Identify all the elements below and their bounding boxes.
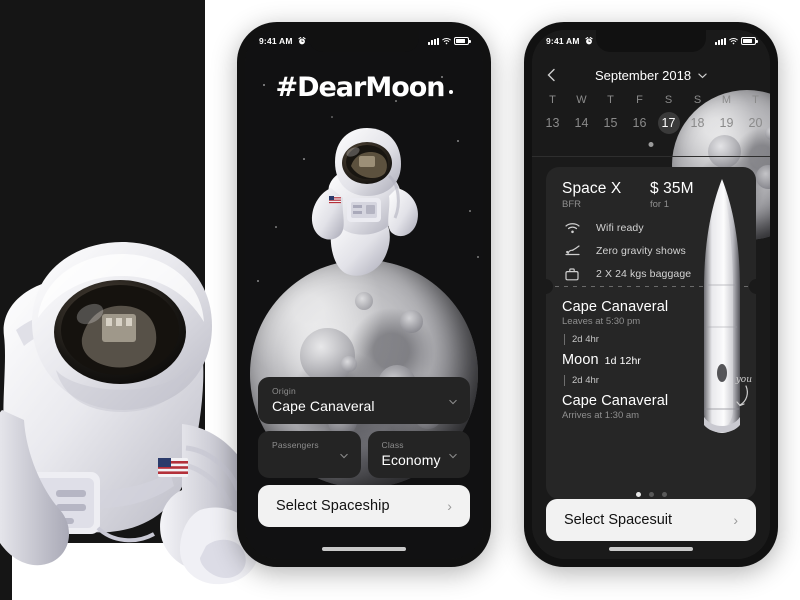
calendar-month-label: September 2018: [594, 67, 692, 83]
page-dot[interactable]: [648, 492, 654, 497]
calendar-day-label: F: [636, 94, 643, 106]
calendar-day-label: M: [721, 94, 732, 106]
calendar-selected-dot: [648, 142, 654, 147]
wifi-icon: [729, 37, 738, 45]
calendar-day-label: S: [693, 94, 702, 106]
calendar-date[interactable]: 16: [625, 116, 654, 130]
select-spaceship-button[interactable]: Select Spaceship ›: [258, 485, 470, 527]
chevron-down-icon[interactable]: [698, 71, 707, 80]
home-indicator: [322, 547, 406, 551]
field-origin-label: Origin: [272, 386, 296, 396]
ticket-price-sub: for 1: [650, 199, 670, 210]
field-class-value: Economy: [381, 452, 441, 468]
itinerary-stay-duration: 1d 12hr: [604, 355, 641, 367]
field-class[interactable]: Class Economy: [367, 431, 470, 478]
field-passengers-label: Passengers: [272, 440, 319, 450]
calendar-dates: 13 14 15 16 17 18 19 20: [538, 116, 770, 130]
cellular-signal-icon: [715, 37, 726, 45]
amenity-label: 2 X 24 kgs baggage: [596, 268, 692, 280]
calendar-divider: [532, 156, 770, 157]
title-dot: [448, 90, 453, 94]
astronaut-illustration: [311, 128, 419, 276]
calendar-date[interactable]: 13: [538, 116, 567, 130]
select-spaceship-label: Select Spaceship: [276, 498, 390, 514]
ticket-notch-right: [749, 279, 756, 294]
calendar-day-label: W: [576, 94, 587, 106]
left-black-strip: [0, 543, 12, 600]
status-time: 9:41 AM: [546, 36, 580, 46]
field-row: Passengers Class Economy: [258, 431, 470, 478]
phone-right: 9:41 AM September 2018 T W T F S S M T 1…: [524, 22, 778, 567]
chevron-left-icon[interactable]: [546, 68, 557, 82]
screen-right: 9:41 AM September 2018 T W T F S S M T 1…: [532, 30, 770, 559]
status-time: 9:41 AM: [259, 36, 293, 46]
amenity-label: Wifi ready: [596, 222, 644, 234]
wifi-icon: [442, 37, 451, 45]
home-indicator: [609, 547, 693, 551]
select-spacesuit-label: Select Spacesuit: [564, 512, 673, 528]
alarm-clock-icon: [585, 37, 593, 45]
screen-middle: 9:41 AM #DearMoon Origin Cape Canaveral …: [245, 30, 483, 559]
cellular-signal-icon: [428, 37, 439, 45]
calendar-date[interactable]: 15: [596, 116, 625, 130]
booking-form: Origin Cape Canaveral Passengers Class E…: [258, 377, 470, 545]
reclining-seat-icon: [562, 244, 582, 258]
alarm-clock-icon: [298, 37, 306, 45]
calendar-day-label: T: [549, 94, 556, 106]
calendar-date-selected[interactable]: 17: [654, 116, 683, 130]
phone-middle: 9:41 AM #DearMoon Origin Cape Canaveral …: [237, 22, 491, 567]
page-indicator-dots: [532, 492, 770, 497]
select-spacesuit-button[interactable]: Select Spacesuit ›: [546, 499, 756, 541]
briefcase-icon: [562, 267, 582, 281]
calendar-date[interactable]: 20: [741, 116, 770, 130]
calendar-date[interactable]: 14: [567, 116, 596, 130]
calendar-day-labels: T W T F S S M T: [538, 94, 770, 106]
status-bar: 9:41 AM: [245, 30, 483, 52]
amenity-label: Zero gravity shows: [596, 245, 686, 257]
flight-ticket-card[interactable]: you Space X $ 35M BFR for 1 Wifi ready Z…: [546, 167, 756, 499]
calendar-day-label: S: [664, 94, 673, 106]
left-black-panel: [0, 0, 205, 543]
chevron-right-icon: ›: [447, 498, 452, 514]
calendar-header: September 2018: [532, 62, 770, 88]
chevron-down-icon[interactable]: [449, 398, 457, 406]
page-dot-active[interactable]: [635, 492, 641, 497]
ticket-price: $ 35M: [650, 180, 694, 197]
battery-icon: [454, 37, 471, 45]
calendar-day-label: T: [607, 94, 614, 106]
field-origin[interactable]: Origin Cape Canaveral: [258, 377, 470, 424]
page-title: #DearMoon: [245, 72, 483, 103]
you-annotation: you: [736, 375, 752, 407]
chevron-down-icon[interactable]: [339, 452, 348, 460]
wifi-icon: [562, 221, 582, 235]
field-class-label: Class: [381, 440, 404, 450]
calendar-day-label: T: [752, 94, 759, 106]
status-bar: 9:41 AM: [532, 30, 770, 52]
calendar-date[interactable]: 18: [683, 116, 712, 130]
field-passengers[interactable]: Passengers: [258, 431, 361, 478]
calendar-date[interactable]: 19: [712, 116, 741, 130]
ticket-notch-left: [546, 279, 553, 294]
page-dot[interactable]: [661, 492, 667, 497]
ticket-brand-sub: BFR: [562, 199, 581, 210]
chevron-right-icon: ›: [733, 512, 738, 528]
field-origin-value: Cape Canaveral: [272, 398, 375, 414]
ticket-brand: Space X: [562, 180, 622, 197]
chevron-down-icon[interactable]: [449, 452, 457, 460]
battery-icon: [741, 37, 758, 45]
curved-arrow-icon: [736, 385, 748, 407]
